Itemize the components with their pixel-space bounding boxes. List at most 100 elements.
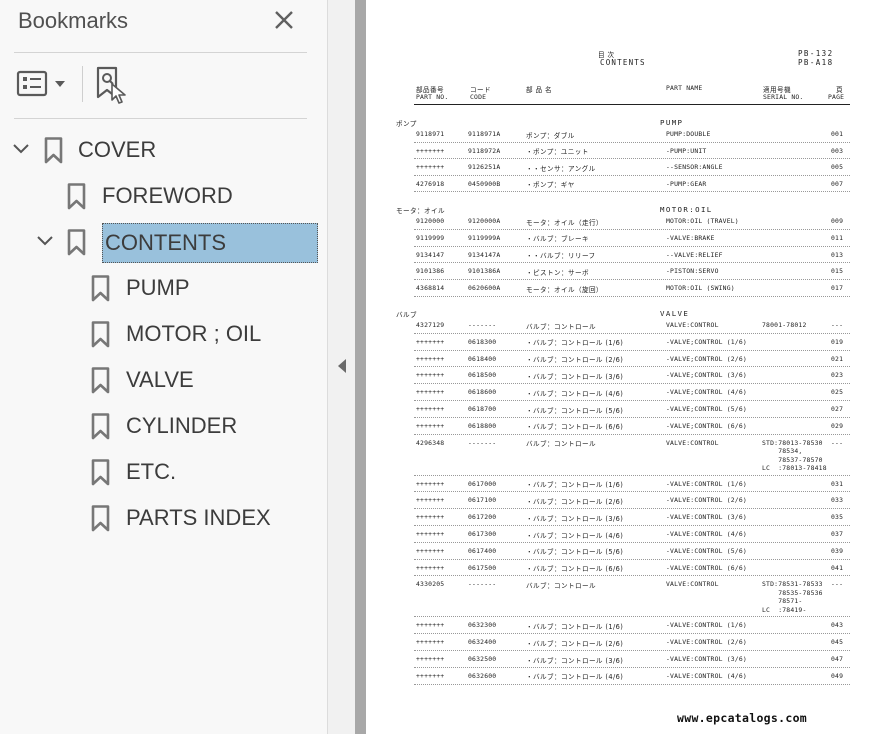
row-page: --- xyxy=(831,321,844,329)
row-name-jp: ・バルブ：コントロール (2/6) xyxy=(526,356,624,365)
row-part-no: +++++++ xyxy=(416,337,445,346)
row-part-name: -VALVE:CONTROL (5/6) xyxy=(666,546,747,555)
row-name-jp: ・バルブ：コントロール (2/6) xyxy=(526,639,624,648)
row-name-jp: ・バルブ：コントロール (3/6) xyxy=(526,514,624,523)
row-separator xyxy=(414,508,850,510)
row-part-no: +++++++ xyxy=(416,388,445,397)
row-code: ------- xyxy=(468,580,497,589)
chevron-down-icon[interactable] xyxy=(12,142,30,156)
row-part-name: --VALVE:RELIEF xyxy=(666,250,723,259)
row-name-jp: ・ピストン：サーボ xyxy=(526,268,589,277)
toolbar-divider xyxy=(82,66,83,102)
bookmark-label: ETC. xyxy=(126,459,177,484)
chevron-down-icon[interactable] xyxy=(36,234,54,248)
row-part-name: -VALVE;CONTROL (3/6) xyxy=(666,371,747,380)
row-name-jp: ・バルブ：コントロール (6/6) xyxy=(526,423,624,432)
close-panel-button[interactable] xyxy=(272,8,296,32)
collapse-panel-arrow-icon[interactable] xyxy=(336,358,348,374)
row-page: 027 xyxy=(831,405,844,413)
row-separator xyxy=(414,400,850,401)
row-part-name: -VALVE:CONTROL (6/6) xyxy=(666,563,747,572)
row-name-jp: ・バルブ：コントロール (6/6) xyxy=(526,565,624,574)
bookmark-item-parts-index[interactable]: PARTS INDEX xyxy=(12,498,312,538)
header-code: CODE xyxy=(470,93,487,101)
section-title: MOTOR:OIL xyxy=(660,205,713,214)
row-name-jp: ポンプ：ダブル xyxy=(526,131,575,140)
bookmark-icon xyxy=(91,459,110,486)
row-part-no: 9120000 xyxy=(416,217,445,225)
row-separator xyxy=(414,279,850,281)
row-name-jp: ・バルブ：コントロール (4/6) xyxy=(526,389,624,398)
row-page: 037 xyxy=(831,530,844,538)
row-separator xyxy=(414,558,850,560)
bookmark-item-cylinder[interactable]: CYLINDER xyxy=(12,406,312,446)
row-page: 003 xyxy=(831,146,844,155)
row-separator xyxy=(414,158,850,160)
bookmark-icon xyxy=(67,229,86,256)
row-code: 0632600 xyxy=(468,671,497,680)
row-page: 021 xyxy=(831,354,844,363)
row-page: 047 xyxy=(831,655,844,663)
bookmark-item-contents[interactable]: CONTENTS xyxy=(12,222,318,263)
row-part-name: MOTOR:OIL (SWING) xyxy=(666,284,735,293)
bookmark-label: COVER xyxy=(78,137,157,162)
bookmark-icon xyxy=(91,505,110,532)
bookmark-label: FOREWORD xyxy=(102,183,233,208)
bookmark-item-motor-oil[interactable]: MOTOR ; OIL xyxy=(12,314,312,354)
row-part-name: MOTOR:OIL (TRAVEL) xyxy=(666,217,739,225)
row-serial-no: 78001-78012 xyxy=(762,321,807,329)
row-name-jp: ・バルブ：コントロール (5/6) xyxy=(526,548,624,557)
row-code: 0617400 xyxy=(468,546,497,555)
row-code: 0617200 xyxy=(468,513,497,522)
row-code: 0617500 xyxy=(468,563,497,572)
row-name-jp: モータ：オイル（走行） xyxy=(526,218,603,227)
row-separator xyxy=(414,525,850,526)
bookmark-icon xyxy=(91,321,110,348)
bookmark-item-foreword[interactable]: FOREWORD xyxy=(12,176,312,216)
row-part-name: -PUMP:UNIT xyxy=(666,146,707,155)
row-page: 023 xyxy=(831,371,844,380)
options-menu-button[interactable] xyxy=(16,70,70,98)
list-options-icon xyxy=(16,70,65,97)
row-part-no: 9101386 xyxy=(416,267,445,276)
row-separator xyxy=(414,433,850,435)
row-name-jp: ・バルブ：コントロール (3/6) xyxy=(526,372,624,381)
row-code: 0618400 xyxy=(468,354,497,363)
panel-splitter[interactable] xyxy=(327,0,355,734)
bookmark-icon xyxy=(91,275,110,302)
row-serial-no: STD:78531-78533 78535-78536 78571- LC :7… xyxy=(762,580,823,614)
row-page: 049 xyxy=(831,671,844,680)
row-name-jp: ・ポンプ：ギヤ xyxy=(526,181,575,190)
row-code: 0632300 xyxy=(468,621,497,630)
row-part-name: -VALVE:CONTROL (4/6) xyxy=(666,530,747,538)
row-code: 0450900B xyxy=(468,179,501,188)
row-name-jp: ・バルブ：ブレーキ xyxy=(526,235,589,244)
row-page: --- xyxy=(831,580,844,589)
row-part-no: +++++++ xyxy=(416,671,445,680)
row-part-name: -PISTON:SERVO xyxy=(666,267,719,276)
row-separator xyxy=(414,296,850,297)
bookmark-item-valve[interactable]: VALVE xyxy=(12,360,312,400)
row-page: 033 xyxy=(831,496,844,505)
row-part-name: -VALVE:CONTROL (1/6) xyxy=(666,479,747,488)
row-separator xyxy=(414,174,850,176)
doc-code-2: PB-A18 xyxy=(798,58,834,67)
bookmark-item-pump[interactable]: PUMP xyxy=(12,268,312,308)
row-part-name: -VALVE;CONTROL (4/6) xyxy=(666,388,747,397)
row-separator xyxy=(414,416,850,418)
row-code: 9119999A xyxy=(468,233,501,242)
section-title-jp: モータ：オイル xyxy=(396,207,445,215)
row-page: 009 xyxy=(831,217,844,225)
bookmark-item-cover[interactable]: COVER xyxy=(12,130,312,170)
section-title: VALVE xyxy=(660,309,690,318)
row-part-no: 4330205 xyxy=(416,580,445,589)
row-page: 011 xyxy=(831,233,844,242)
panel-title: Bookmarks xyxy=(18,8,129,33)
bookmark-icon xyxy=(67,183,86,210)
row-code: 9101386A xyxy=(468,267,501,276)
row-part-name: --SENSOR:ANGLE xyxy=(666,163,723,172)
bookmark-item-etc[interactable]: ETC. xyxy=(12,452,312,492)
find-current-bookmark-button[interactable] xyxy=(94,66,130,104)
row-name-jp: ・バルブ：コントロール (1/6) xyxy=(526,622,624,631)
row-name-jp: ・・バルブ：リリーフ xyxy=(526,252,596,261)
